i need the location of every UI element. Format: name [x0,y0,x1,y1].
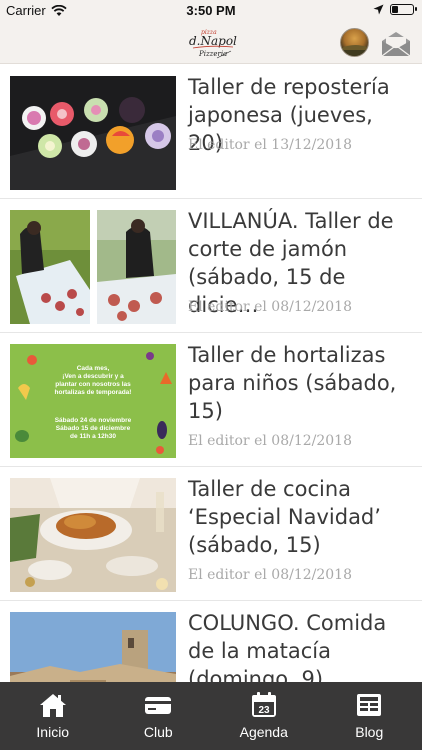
article-thumbnail-navidad [10,478,176,592]
article-meta: El editor el 13/12/2018 [188,137,352,153]
article-item[interactable]: Taller de cocina ‘Especial Navidad’ (sáb… [0,467,422,601]
newspaper-icon [357,694,382,716]
poster-spacer [38,397,148,417]
article-thumbnail-japanese-sweets [10,76,176,190]
article-thumbnail-colungo [10,612,176,682]
status-bar: Carrier 3:50 PM [0,0,422,22]
article-title[interactable]: Taller de cocina ‘Especial Navidad’ (sáb… [188,475,414,559]
article-meta: El editor el 08/12/2018 [188,567,352,583]
avatar-landscape-icon [341,45,368,56]
battery-fill [392,6,398,13]
tab-label: Club [143,724,173,740]
status-time: 3:50 PM [186,3,236,18]
article-item[interactable]: Cada mes, ¡Ven a descubrir y a plantar c… [0,333,422,467]
article-meta: El editor el 08/12/2018 [188,433,352,449]
article-list[interactable]: Taller de repostería japonesa (jueves, 2… [0,65,422,682]
article-meta: El editor el 08/12/2018 [188,299,352,315]
poster-line: plantar con nosotros las [55,381,131,388]
status-right [373,4,417,15]
article-title[interactable]: Taller de hortalizas para niños (sábado,… [188,341,414,425]
poster-line: Sábado 24 de noviembre [54,417,132,424]
location-arrow-icon [373,4,384,15]
tab-club[interactable]: Club [106,682,212,750]
calendar-icon: 23 [251,692,276,717]
tab-label: Agenda [239,724,288,740]
article-item[interactable]: Taller de repostería japonesa (jueves, 2… [0,65,422,199]
article-title[interactable]: COLUNGO. Comida de la matacía (domingo, … [188,609,414,682]
napoli-logo[interactable]: pizza d.Napoli Pizzeria [187,25,237,61]
article-thumbnail-hortalizas: Cada mes, ¡Ven a descubrir y a plantar c… [10,344,176,458]
tab-bar: Inicio Club 23 Agenda Blog [0,682,422,750]
tab-label: Inicio [36,724,70,740]
poster-text: Cada mes, ¡Ven a descubrir y a plantar c… [38,365,148,441]
tab-label: Blog [355,724,384,740]
poster-line: hortalizas de temporada! [54,389,132,396]
article-thumbnail-jamon [10,210,176,324]
tab-inicio[interactable]: Inicio [0,682,106,750]
user-avatar[interactable] [340,28,369,57]
svg-text:Pizzeria: Pizzeria [198,50,227,58]
card-icon [145,697,172,714]
poster-line: Sábado 15 de diciembre [55,425,131,432]
battery-icon [390,4,417,15]
home-icon [39,694,66,717]
article-item[interactable]: VILLANÚA. Taller de corte de jamón (sába… [0,199,422,333]
app-header: pizza d.Napoli Pizzeria [0,22,422,64]
mail-icon[interactable] [380,30,412,58]
article-item[interactable]: COLUNGO. Comida de la matacía (domingo, … [0,601,422,682]
poster-line: ¡Ven a descubrir y a [62,373,124,380]
tab-blog[interactable]: Blog [317,682,422,750]
poster-line: de 11h a 12h30 [70,433,116,440]
tab-agenda[interactable]: 23 Agenda [211,682,317,750]
poster-line: Cada mes, [76,365,110,372]
calendar-day: 23 [258,705,270,716]
